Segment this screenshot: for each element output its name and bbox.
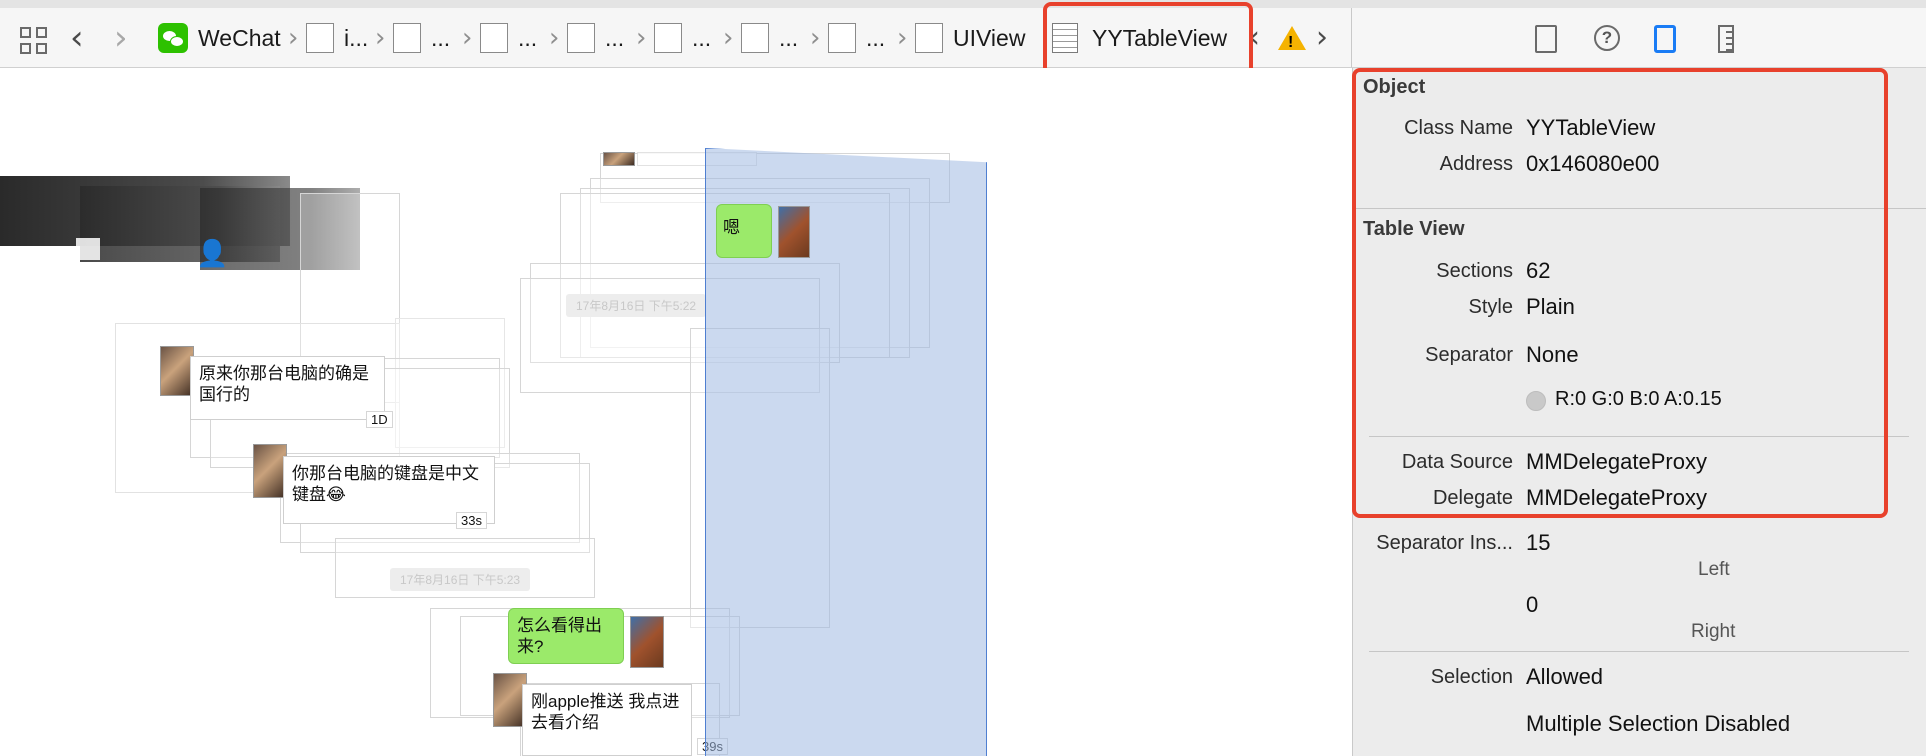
breadcrumb-item[interactable]: i...	[306, 8, 368, 68]
message-bubble[interactable]: 怎么看得出来?	[508, 608, 624, 664]
breadcrumb-label: i...	[344, 24, 369, 51]
time-badge: 1D	[366, 411, 393, 428]
chevron-left-icon[interactable]: ‹	[70, 8, 84, 68]
breadcrumb-item[interactable]: ...	[393, 8, 450, 68]
breadcrumb-separator-icon: ›	[375, 23, 386, 53]
avatar	[160, 346, 194, 396]
breadcrumb-label: ...	[866, 24, 886, 51]
issue-next-icon[interactable]: ›	[1316, 8, 1328, 68]
time-label: 17年8月16日 下午5:22	[566, 294, 707, 317]
selection-value[interactable]: Allowed	[1526, 664, 1603, 690]
view-icon	[915, 23, 943, 53]
window-top-strip	[0, 0, 1926, 8]
breadcrumb-item[interactable]: ...	[741, 8, 798, 68]
breadcrumb-label: WeChat	[198, 24, 281, 51]
view-icon	[480, 23, 508, 53]
breadcrumb-label: ...	[431, 24, 451, 51]
message-bubble[interactable]: 刚apple推送 我点进去看介绍	[522, 684, 692, 756]
message-text: 原来你那台电脑的确是国行的	[199, 364, 369, 404]
separator-inset-left-value[interactable]: 15	[1526, 530, 1550, 556]
breadcrumb-label: ...	[779, 24, 799, 51]
wechat-app-icon	[158, 23, 188, 53]
breadcrumb-separator-icon: ›	[723, 23, 734, 53]
file-icon[interactable]	[1535, 25, 1557, 53]
time-label: 17年8月16日 下午5:23	[390, 568, 531, 591]
breadcrumb-item[interactable]: ...	[567, 8, 624, 68]
view-icon	[741, 23, 769, 53]
size-icon[interactable]	[1718, 25, 1734, 53]
separator-insets-label: Separator Ins...	[1376, 532, 1513, 554]
inset-right-caption: Right	[1691, 621, 1736, 642]
related-items-grid-icon[interactable]	[20, 27, 48, 55]
avatar	[778, 206, 810, 258]
inspector-toolbar: ?	[1352, 8, 1926, 68]
breadcrumb-label: UIView	[953, 24, 1026, 51]
message-text: 你那台电脑的键盘是中文键盘😂	[292, 464, 479, 504]
avatar	[603, 152, 635, 166]
inset-left-caption: Left	[1698, 559, 1730, 580]
breadcrumb-separator-icon: ›	[810, 23, 821, 53]
selection-label: Selection	[1430, 666, 1513, 688]
view-icon	[654, 23, 682, 53]
nav-button-layer[interactable]	[76, 238, 100, 260]
breadcrumb-uiview[interactable]: UIView	[915, 8, 1025, 68]
section-divider	[1369, 651, 1909, 652]
separator-inset-right-value[interactable]: 0	[1526, 592, 1538, 618]
message-bubble[interactable]: 嗯	[716, 204, 772, 258]
breadcrumb-item[interactable]: ...	[654, 8, 711, 68]
warning-mark: !	[1288, 34, 1294, 51]
user-icon: 👤	[196, 238, 229, 268]
breadcrumb-label: ...	[605, 24, 625, 51]
breadcrumb-separator-icon: ›	[549, 23, 560, 53]
message-text: 怎么看得出来?	[517, 616, 602, 656]
multiple-selection-value[interactable]: Multiple Selection Disabled	[1526, 711, 1790, 737]
avatar	[630, 616, 664, 668]
view-icon	[567, 23, 595, 53]
breadcrumb-separator-icon: ›	[897, 23, 908, 53]
breadcrumb-separator-icon: ›	[636, 23, 647, 53]
breadcrumb-label: ...	[518, 24, 538, 51]
message-text: 嗯	[723, 218, 740, 237]
breadcrumb-separator-icon: ›	[462, 23, 473, 53]
breadcrumb-item[interactable]: ...	[828, 8, 885, 68]
breadcrumb-wechat[interactable]: WeChat	[158, 8, 281, 68]
message-bubble[interactable]: 原来你那台电脑的确是国行的	[190, 356, 385, 420]
view-icon	[828, 23, 856, 53]
chevron-right-icon[interactable]: ›	[114, 8, 128, 68]
breadcrumb-item[interactable]: ...	[480, 8, 537, 68]
time-badge: 33s	[456, 512, 487, 529]
view-icon	[393, 23, 421, 53]
avatar	[253, 444, 287, 498]
breadcrumb-label: ...	[692, 24, 712, 51]
highlight-box-inspector	[1352, 68, 1888, 518]
view-debugger-canvas[interactable]: 👤 17年8月16日 下午5:22 原来你那台电脑的确是国行的 1D 你那台电脑…	[0, 68, 1352, 756]
view-icon	[306, 23, 334, 53]
breadcrumb-separator-icon: ›	[288, 23, 299, 53]
message-text: 刚apple推送 我点进去看介绍	[531, 692, 680, 732]
identity-icon[interactable]	[1654, 25, 1676, 53]
help-icon[interactable]: ?	[1594, 25, 1620, 51]
